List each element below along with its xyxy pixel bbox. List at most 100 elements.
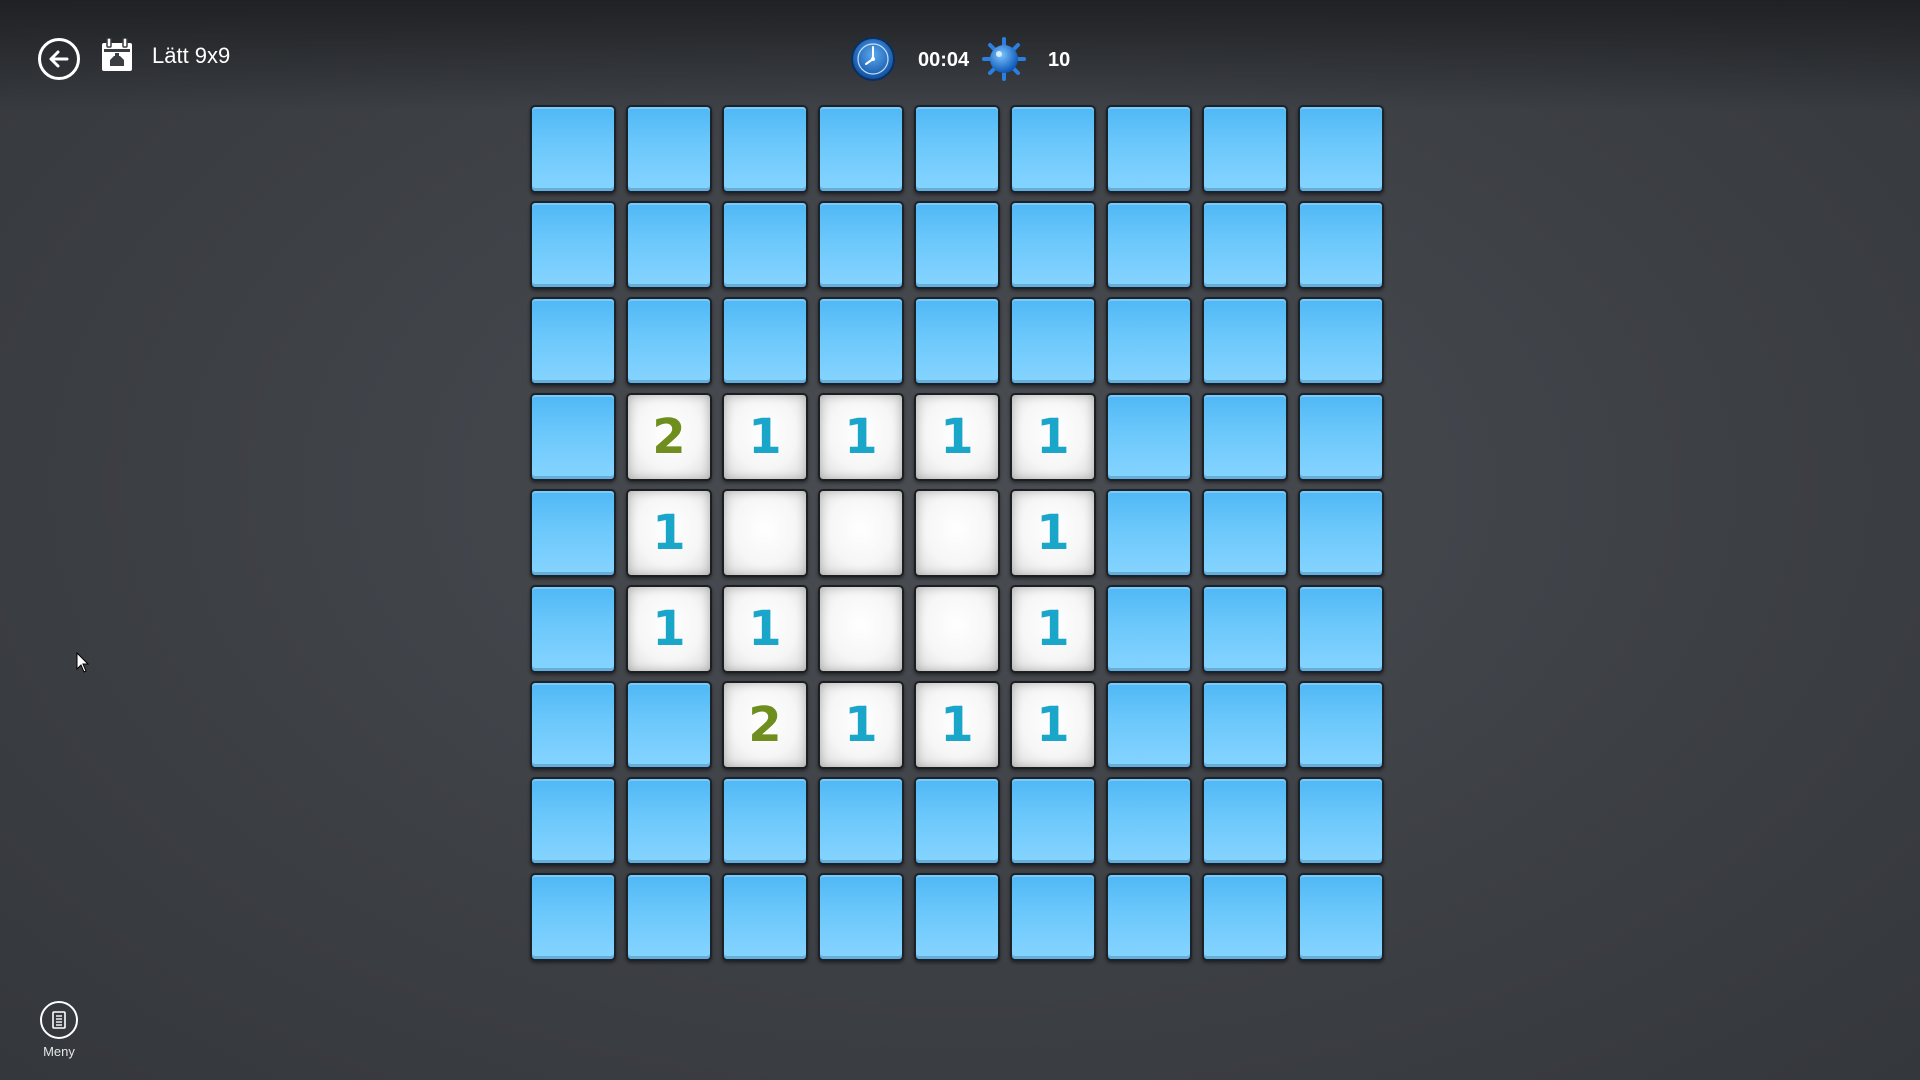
covered-cell[interactable]	[722, 297, 808, 385]
covered-cell[interactable]	[1298, 201, 1384, 289]
cell-number: 1	[748, 601, 782, 657]
cell-number: 1	[844, 409, 878, 465]
covered-cell[interactable]	[530, 297, 616, 385]
covered-cell[interactable]	[530, 201, 616, 289]
mine-counter: 10	[1048, 49, 1071, 71]
covered-cell[interactable]	[914, 777, 1000, 865]
covered-cell[interactable]	[530, 105, 616, 193]
revealed-number-cell[interactable]: 1	[626, 489, 712, 577]
covered-cell[interactable]	[1298, 777, 1384, 865]
revealed-number-cell[interactable]: 1	[818, 393, 904, 481]
covered-cell[interactable]	[818, 297, 904, 385]
covered-cell[interactable]	[1202, 393, 1288, 481]
menu-label: Meny	[43, 1044, 75, 1059]
revealed-empty-cell[interactable]	[722, 489, 808, 577]
revealed-empty-cell[interactable]	[818, 585, 904, 673]
covered-cell[interactable]	[1010, 777, 1096, 865]
covered-cell[interactable]	[1106, 393, 1192, 481]
covered-cell[interactable]	[1106, 297, 1192, 385]
covered-cell[interactable]	[1298, 873, 1384, 961]
cell-number: 1	[1036, 505, 1070, 561]
revealed-number-cell[interactable]: 1	[1010, 393, 1096, 481]
cell-number: 1	[940, 697, 974, 753]
menu-button[interactable]	[40, 1001, 78, 1039]
arrow-left-icon	[49, 50, 69, 68]
covered-cell[interactable]	[626, 777, 712, 865]
covered-cell[interactable]	[1298, 489, 1384, 577]
covered-cell[interactable]	[1202, 681, 1288, 769]
cell-number: 1	[1036, 409, 1070, 465]
covered-cell[interactable]	[914, 873, 1000, 961]
covered-cell[interactable]	[818, 105, 904, 193]
covered-cell[interactable]	[1106, 777, 1192, 865]
covered-cell[interactable]	[1298, 681, 1384, 769]
revealed-number-cell[interactable]: 1	[1010, 585, 1096, 673]
revealed-number-cell[interactable]: 2	[626, 393, 712, 481]
covered-cell[interactable]	[818, 777, 904, 865]
covered-cell[interactable]	[1106, 681, 1192, 769]
covered-cell[interactable]	[1010, 297, 1096, 385]
revealed-number-cell[interactable]: 1	[1010, 681, 1096, 769]
covered-cell[interactable]	[1298, 297, 1384, 385]
cell-number: 1	[652, 505, 686, 561]
revealed-number-cell[interactable]: 1	[914, 681, 1000, 769]
timer-value: 00:04	[918, 49, 970, 71]
revealed-number-cell[interactable]: 1	[818, 681, 904, 769]
covered-cell[interactable]	[530, 393, 616, 481]
covered-cell[interactable]	[530, 585, 616, 673]
covered-cell[interactable]	[626, 201, 712, 289]
covered-cell[interactable]	[1298, 585, 1384, 673]
covered-cell[interactable]	[914, 105, 1000, 193]
game-mode-label: Lätt 9x9	[152, 43, 231, 68]
revealed-number-cell[interactable]: 2	[722, 681, 808, 769]
covered-cell[interactable]	[818, 201, 904, 289]
covered-cell[interactable]	[1106, 201, 1192, 289]
covered-cell[interactable]	[1202, 585, 1288, 673]
covered-cell[interactable]	[722, 777, 808, 865]
covered-cell[interactable]	[530, 777, 616, 865]
revealed-number-cell[interactable]: 1	[1010, 489, 1096, 577]
covered-cell[interactable]	[1106, 105, 1192, 193]
covered-cell[interactable]	[1202, 297, 1288, 385]
covered-cell[interactable]	[530, 681, 616, 769]
covered-cell[interactable]	[818, 873, 904, 961]
covered-cell[interactable]	[722, 201, 808, 289]
covered-cell[interactable]	[1202, 105, 1288, 193]
covered-cell[interactable]	[1106, 489, 1192, 577]
covered-cell[interactable]	[1298, 105, 1384, 193]
cell-number: 1	[748, 409, 782, 465]
covered-cell[interactable]	[626, 681, 712, 769]
covered-cell[interactable]	[626, 105, 712, 193]
covered-cell[interactable]	[914, 297, 1000, 385]
cell-number: 1	[652, 601, 686, 657]
covered-cell[interactable]	[1202, 777, 1288, 865]
covered-cell[interactable]	[1010, 873, 1096, 961]
revealed-number-cell[interactable]: 1	[722, 393, 808, 481]
clock-icon	[851, 37, 895, 81]
revealed-number-cell[interactable]: 1	[914, 393, 1000, 481]
covered-cell[interactable]	[1202, 489, 1288, 577]
mouse-cursor-icon	[76, 652, 90, 673]
covered-cell[interactable]	[530, 873, 616, 961]
revealed-empty-cell[interactable]	[818, 489, 904, 577]
list-menu-icon	[52, 1011, 66, 1029]
covered-cell[interactable]	[914, 201, 1000, 289]
covered-cell[interactable]	[1010, 201, 1096, 289]
covered-cell[interactable]	[1202, 873, 1288, 961]
covered-cell[interactable]	[722, 105, 808, 193]
revealed-number-cell[interactable]: 1	[626, 585, 712, 673]
covered-cell[interactable]	[1202, 201, 1288, 289]
covered-cell[interactable]	[1106, 873, 1192, 961]
covered-cell[interactable]	[1106, 585, 1192, 673]
covered-cell[interactable]	[1298, 393, 1384, 481]
covered-cell[interactable]	[1010, 105, 1096, 193]
back-button[interactable]	[38, 38, 80, 80]
revealed-empty-cell[interactable]	[914, 489, 1000, 577]
covered-cell[interactable]	[626, 297, 712, 385]
covered-cell[interactable]	[722, 873, 808, 961]
cell-number: 1	[844, 697, 878, 753]
revealed-empty-cell[interactable]	[914, 585, 1000, 673]
covered-cell[interactable]	[626, 873, 712, 961]
revealed-number-cell[interactable]: 1	[722, 585, 808, 673]
covered-cell[interactable]	[530, 489, 616, 577]
